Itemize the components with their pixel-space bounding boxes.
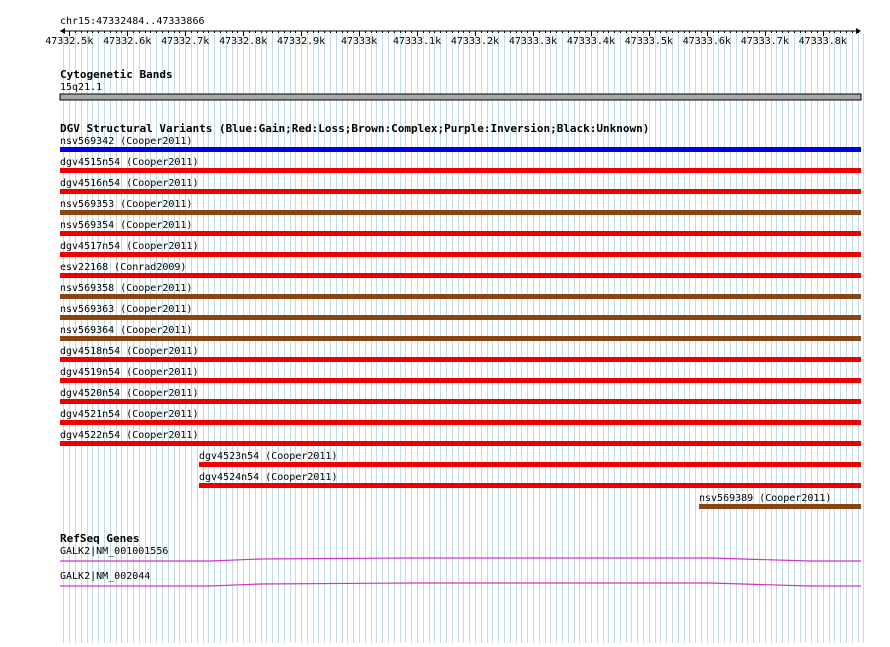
dgv-feature[interactable]: dgv4520n54 (Cooper2011) <box>60 388 861 404</box>
dgv-feature-bar[interactable] <box>60 294 861 299</box>
refseq-gene-label: GALK2|NM_002044 <box>60 571 150 582</box>
dgv-feature[interactable]: dgv4522n54 (Cooper2011) <box>60 430 861 446</box>
dgv-feature-label: nsv569389 (Cooper2011) <box>699 493 831 504</box>
dgv-feature[interactable]: nsv569358 (Cooper2011) <box>60 283 861 299</box>
dgv-feature-label: dgv4521n54 (Cooper2011) <box>60 409 198 420</box>
dgv-feature[interactable]: dgv4515n54 (Cooper2011) <box>60 157 861 173</box>
dgv-feature[interactable]: nsv569364 (Cooper2011) <box>60 325 861 341</box>
ruler-tick-label: 47332.8k <box>219 36 267 47</box>
dgv-feature-label: dgv4517n54 (Cooper2011) <box>60 241 198 252</box>
dgv-feature-label: dgv4522n54 (Cooper2011) <box>60 430 198 441</box>
dgv-feature-label: nsv569353 (Cooper2011) <box>60 199 192 210</box>
dgv-feature[interactable]: dgv4517n54 (Cooper2011) <box>60 241 861 257</box>
dgv-feature-bar[interactable] <box>60 399 861 404</box>
dgv-feature-bar[interactable] <box>60 441 861 446</box>
dgv-feature-label: dgv4515n54 (Cooper2011) <box>60 157 198 168</box>
dgv-feature-label: nsv569354 (Cooper2011) <box>60 220 192 231</box>
dgv-feature-bar[interactable] <box>60 210 861 215</box>
dgv-feature-label: dgv4524n54 (Cooper2011) <box>199 472 337 483</box>
dgv-feature[interactable]: esv22168 (Conrad2009) <box>60 262 861 278</box>
genome-browser-canvas: chr15:47332484..47333866 47332.5k 47332.6… <box>45 16 864 643</box>
refseq-transcript-line[interactable] <box>60 557 861 562</box>
dgv-feature-bar[interactable] <box>60 252 861 257</box>
dgv-feature-label: nsv569358 (Cooper2011) <box>60 283 192 294</box>
genome-browser-view: chr15:47332484..47333866 47332.5k 47332.6… <box>0 0 890 643</box>
ruler-tick-label: 47332.9k <box>277 36 325 47</box>
dgv-feature-bar[interactable] <box>60 336 861 341</box>
ruler-tick-label: 47333.8k <box>799 36 847 47</box>
dgv-feature[interactable]: nsv569363 (Cooper2011) <box>60 304 861 320</box>
ruler-tick-label: 47333.3k <box>509 36 557 47</box>
dgv-feature-label: nsv569364 (Cooper2011) <box>60 325 192 336</box>
dgv-feature-label: nsv569342 (Cooper2011) <box>60 136 192 147</box>
locus-label: chr15:47332484..47333866 <box>60 16 205 27</box>
dgv-structural-variants-track[interactable]: DGV Structural Variants (Blue:Gain;Red:L… <box>60 122 861 509</box>
ruler-tick-label: 47332.5k <box>45 36 93 47</box>
cytoband-track[interactable]: Cytogenetic Bands 15q21.1 <box>59 68 862 101</box>
dgv-feature-label: dgv4523n54 (Cooper2011) <box>199 451 337 462</box>
dgv-feature-label: esv22168 (Conrad2009) <box>60 262 186 273</box>
position-ruler[interactable]: chr15:47332484..47333866 47332.5k 47332.6… <box>45 16 861 47</box>
refseq-genes-track[interactable]: RefSeq Genes GALK2|NM_001001556GALK2|NM_… <box>60 532 861 587</box>
dgv-feature-bar[interactable] <box>60 357 861 362</box>
dgv-feature[interactable]: dgv4519n54 (Cooper2011) <box>60 367 861 383</box>
dgv-feature-label: dgv4518n54 (Cooper2011) <box>60 346 198 357</box>
dgv-feature-bar[interactable] <box>699 504 861 509</box>
dgv-feature[interactable]: dgv4521n54 (Cooper2011) <box>60 409 861 425</box>
dgv-feature-bar[interactable] <box>199 483 861 488</box>
ruler-arrow-left <box>60 28 65 34</box>
refseq-gene[interactable]: GALK2|NM_002044 <box>60 571 861 587</box>
cytoband-label: 15q21.1 <box>60 82 102 93</box>
ruler-tick-label: 47333.2k <box>451 36 499 47</box>
refseq-track-title: RefSeq Genes <box>60 532 139 545</box>
cytoband-track-title: Cytogenetic Bands <box>60 68 173 81</box>
dgv-feature[interactable]: dgv4524n54 (Cooper2011) <box>199 472 861 488</box>
dgv-feature[interactable]: dgv4518n54 (Cooper2011) <box>60 346 861 362</box>
dgv-feature[interactable]: dgv4523n54 (Cooper2011) <box>199 451 861 467</box>
cytoband-band[interactable] <box>59 93 862 101</box>
dgv-feature-label: dgv4519n54 (Cooper2011) <box>60 367 198 378</box>
ruler-tick-label: 47333.4k <box>567 36 615 47</box>
dgv-feature-list: nsv569342 (Cooper2011) dgv4515n54 (Cooper… <box>60 136 861 509</box>
ruler-tick-label: 47333k <box>341 36 377 47</box>
dgv-track-title: DGV Structural Variants (Blue:Gain;Red:L… <box>60 122 649 135</box>
ruler-tick-label: 47333.1k <box>393 36 441 47</box>
dgv-feature-bar[interactable] <box>60 420 861 425</box>
dgv-feature[interactable]: nsv569353 (Cooper2011) <box>60 199 861 215</box>
dgv-feature-label: dgv4516n54 (Cooper2011) <box>60 178 198 189</box>
refseq-gene-label: GALK2|NM_001001556 <box>60 546 168 557</box>
dgv-feature-bar[interactable] <box>199 462 861 467</box>
ruler-tick-label: 47333.7k <box>741 36 789 47</box>
dgv-feature-bar[interactable] <box>60 315 861 320</box>
dgv-feature-bar[interactable] <box>60 168 861 173</box>
dgv-feature-bar[interactable] <box>60 147 861 152</box>
dgv-feature-label: nsv569363 (Cooper2011) <box>60 304 192 315</box>
ruler-tick-label: 47332.7k <box>161 36 209 47</box>
dgv-feature-bar[interactable] <box>60 231 861 236</box>
dgv-feature[interactable]: nsv569389 (Cooper2011) <box>699 493 861 509</box>
ruler-tick-label: 47333.5k <box>625 36 673 47</box>
dgv-feature[interactable]: nsv569354 (Cooper2011) <box>60 220 861 236</box>
dgv-feature-bar[interactable] <box>60 189 861 194</box>
dgv-feature[interactable]: nsv569342 (Cooper2011) <box>60 136 861 152</box>
refseq-gene-list: GALK2|NM_001001556 GALK2|NM_002044 <box>60 546 861 587</box>
refseq-gene[interactable]: GALK2|NM_001001556 <box>60 546 861 562</box>
dgv-feature-bar[interactable] <box>60 378 861 383</box>
ruler-tick-label: 47332.6k <box>103 36 151 47</box>
refseq-transcript-line[interactable] <box>60 582 861 587</box>
dgv-feature-bar[interactable] <box>60 273 861 278</box>
dgv-feature[interactable]: dgv4516n54 (Cooper2011) <box>60 178 861 194</box>
ruler-tick-label: 47333.6k <box>683 36 731 47</box>
dgv-feature-label: dgv4520n54 (Cooper2011) <box>60 388 198 399</box>
